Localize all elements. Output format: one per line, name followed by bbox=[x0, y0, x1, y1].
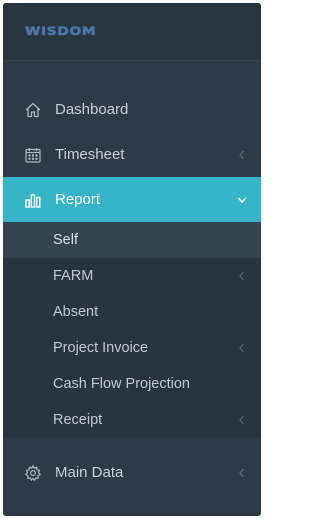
bar-chart-icon bbox=[23, 190, 43, 210]
sidebar-item-report[interactable]: Report bbox=[3, 177, 261, 222]
submenu-item-cash-flow-projection[interactable]: Cash Flow Projection bbox=[3, 366, 261, 402]
report-submenu: Self FARM Absent Project Invoice Cash Fl… bbox=[3, 222, 261, 438]
gear-icon bbox=[23, 463, 43, 483]
submenu-item-label: Receipt bbox=[53, 412, 103, 428]
sidebar-item-label: Main Data bbox=[55, 464, 124, 481]
chevron-left-icon bbox=[239, 271, 244, 281]
chevron-left-icon bbox=[239, 415, 244, 425]
submenu-item-receipt[interactable]: Receipt bbox=[3, 402, 261, 438]
submenu-item-label: Absent bbox=[53, 304, 99, 320]
chevron-down-icon bbox=[237, 197, 247, 203]
calendar-icon bbox=[23, 145, 43, 165]
submenu-item-label: Project Invoice bbox=[53, 340, 149, 356]
submenu-item-label: FARM bbox=[53, 268, 94, 284]
submenu-item-label: Self bbox=[53, 232, 78, 248]
sidebar: WISDOM Dashboard Timesheet Report Self F… bbox=[3, 3, 261, 516]
sidebar-item-main-data[interactable]: Main Data bbox=[3, 450, 261, 495]
chevron-left-icon bbox=[239, 468, 244, 477]
brand-logo[interactable]: WISDOM bbox=[25, 25, 96, 38]
sidebar-item-timesheet[interactable]: Timesheet bbox=[3, 132, 261, 177]
logo-bar: WISDOM bbox=[3, 3, 261, 61]
submenu-item-absent[interactable]: Absent bbox=[3, 294, 261, 330]
submenu-item-farm[interactable]: FARM bbox=[3, 258, 261, 294]
sidebar-item-label: Dashboard bbox=[55, 101, 129, 118]
submenu-item-label: Cash Flow Projection bbox=[53, 376, 190, 392]
chevron-left-icon bbox=[239, 343, 244, 353]
sidebar-item-label: Report bbox=[55, 191, 101, 208]
chevron-left-icon bbox=[239, 150, 244, 159]
submenu-item-project-invoice[interactable]: Project Invoice bbox=[3, 330, 261, 366]
submenu-item-self[interactable]: Self bbox=[3, 222, 261, 258]
home-icon bbox=[23, 100, 43, 120]
sidebar-item-label: Timesheet bbox=[55, 146, 125, 163]
sidebar-item-dashboard[interactable]: Dashboard bbox=[3, 87, 261, 132]
